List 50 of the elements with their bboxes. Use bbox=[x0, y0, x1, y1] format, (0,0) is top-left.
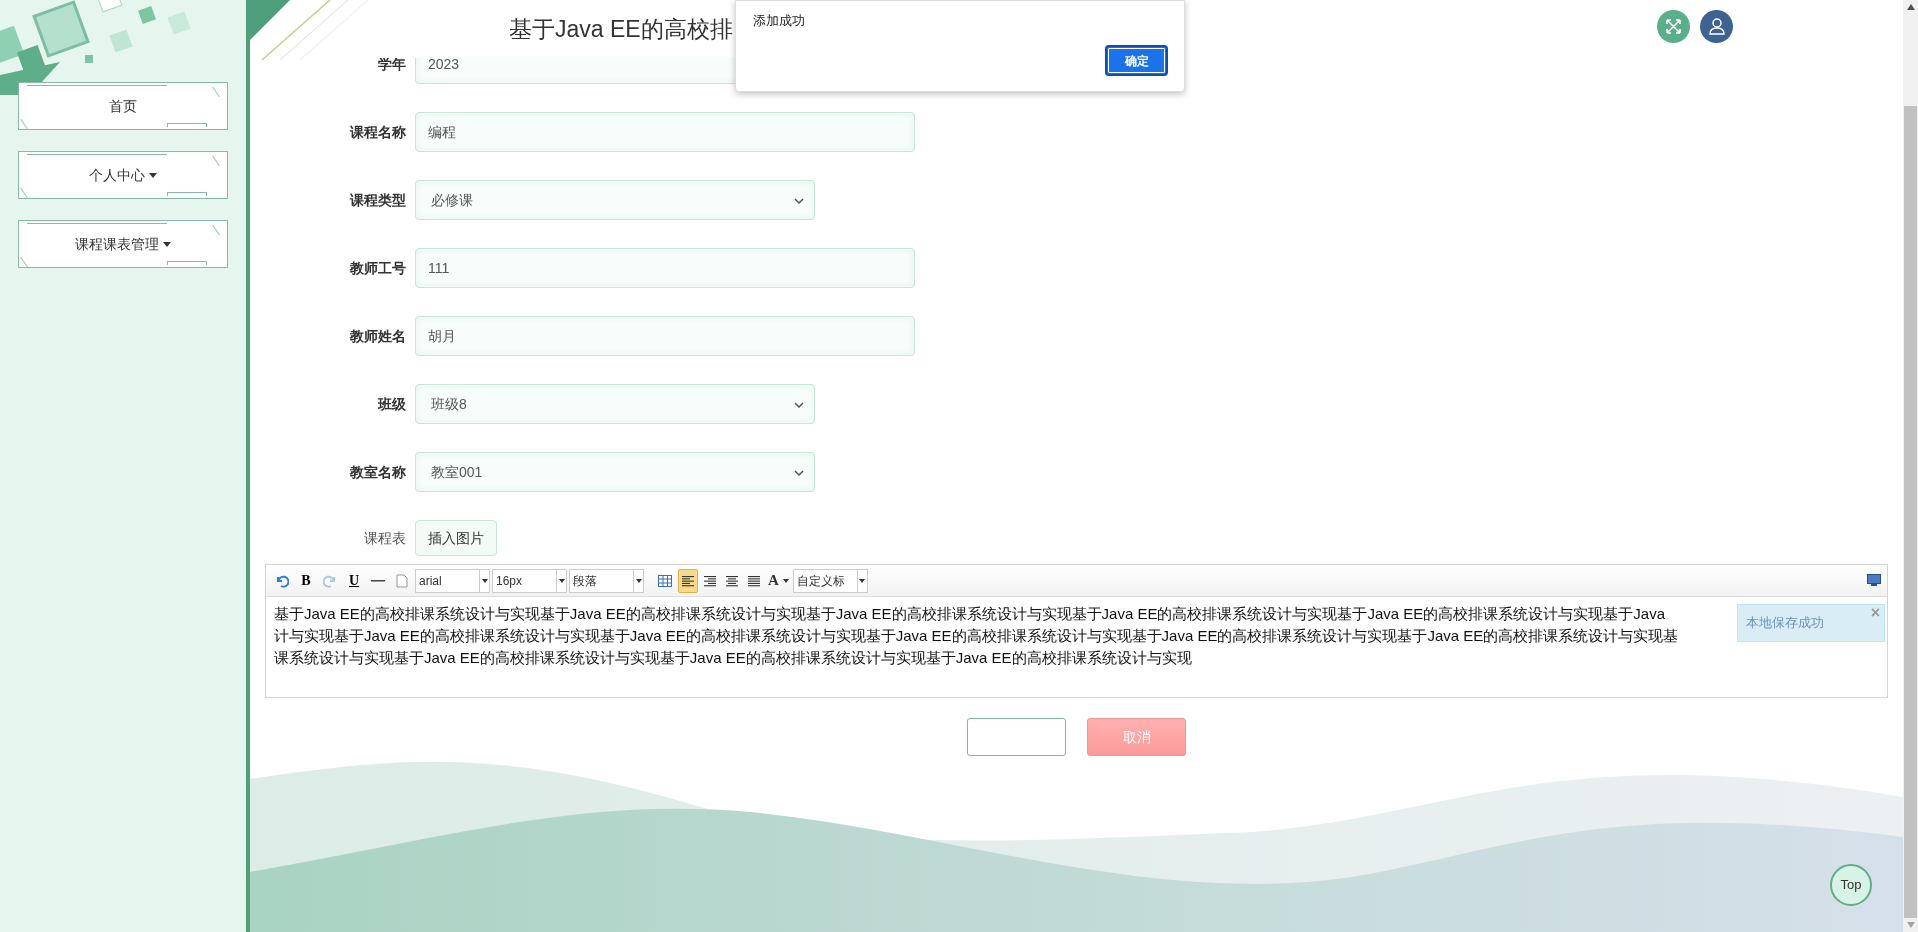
notice-text: 本地保存成功 bbox=[1746, 614, 1824, 632]
nav-item[interactable]: 课程课表管理 bbox=[18, 220, 228, 268]
expand-icon bbox=[1666, 19, 1681, 34]
caret-icon bbox=[859, 578, 866, 583]
scrollbar-thumb[interactable] bbox=[1904, 106, 1917, 918]
chevron-down-icon bbox=[794, 470, 804, 476]
align-right-icon bbox=[703, 574, 717, 587]
caret-icon bbox=[481, 578, 488, 583]
field-label: 课程表 bbox=[363, 528, 406, 548]
chevron-down-icon bbox=[794, 402, 804, 408]
font-size-select[interactable]: 16px bbox=[492, 568, 567, 593]
underline-button[interactable]: U bbox=[343, 569, 365, 592]
dialog-message: 添加成功 bbox=[753, 12, 805, 30]
align-left-icon bbox=[681, 574, 695, 587]
field-label: 班级 bbox=[376, 394, 406, 414]
align-button[interactable] bbox=[678, 568, 698, 593]
caret-icon bbox=[782, 578, 789, 583]
monitor-icon[interactable] bbox=[1867, 574, 1881, 587]
font-color-button[interactable]: A bbox=[766, 569, 791, 592]
field-label: 课程类型 bbox=[348, 190, 406, 210]
field-label: 教师工号 bbox=[349, 258, 406, 278]
font-select[interactable]: arial bbox=[415, 568, 490, 593]
select-field[interactable]: 班级8 bbox=[415, 384, 815, 424]
editor-text-line: 基于Java EE的高校排课系统设计与实现基于Java EE的高校排课系统设计与实现基于Java EE的高校排课系统设计与实现基于Java EE的高校排课系统设计与实现基于Java EE的高校排课系统设计与实现基于Java bbox=[274, 604, 1665, 624]
user-icon bbox=[1708, 18, 1725, 35]
nav-item[interactable]: 首页 bbox=[18, 82, 228, 130]
paragraph-select[interactable]: 段落 bbox=[569, 568, 644, 593]
text-field[interactable]: 胡月 bbox=[415, 316, 915, 356]
select-field[interactable]: 必修课 bbox=[415, 180, 815, 220]
field-label: 学年 bbox=[377, 54, 406, 74]
caret-icon bbox=[635, 578, 642, 583]
field-label: 教室名称 bbox=[349, 462, 406, 482]
align-justify-icon bbox=[747, 574, 761, 587]
editor-text-line: 计与实现基于Java EE的高校排课系统设计与实现基于Java EE的高校排课系统设计与实现基于Java EE的高校排课系统设计与实现基于Java EE的高校排课系统设计与实现基于Java EE的高校排课系统设计与实现基 bbox=[274, 626, 1679, 646]
field-label: 课程名称 bbox=[348, 122, 406, 142]
chevron-down-icon bbox=[794, 198, 804, 204]
confirm-button[interactable]: 确定 bbox=[1105, 45, 1168, 76]
caret-icon bbox=[558, 578, 565, 583]
arrow-up-icon[interactable] bbox=[1906, 4, 1915, 10]
text-field[interactable]: 111 bbox=[415, 248, 915, 288]
bold-button[interactable]: B bbox=[295, 569, 317, 592]
text-field[interactable]: 编程 bbox=[415, 112, 915, 152]
insert-image-button[interactable]: 插入图片 bbox=[415, 520, 497, 556]
editor-text-line: 课系统设计与实现基于Java EE的高校排课系统设计与实现基于Java EE的高校排课系统设计与实现基于Java EE的高校排课系统设计与实现 bbox=[274, 648, 1192, 668]
heading-select[interactable]: 自定义标 bbox=[792, 568, 868, 593]
align-center-icon bbox=[725, 574, 739, 587]
page-title: 基于Java EE的高校排 bbox=[509, 14, 733, 44]
field-label: 教师姓名 bbox=[349, 326, 406, 346]
select-field[interactable]: 教室001 bbox=[415, 452, 815, 492]
nav-item[interactable]: 个人中心 bbox=[18, 151, 228, 199]
